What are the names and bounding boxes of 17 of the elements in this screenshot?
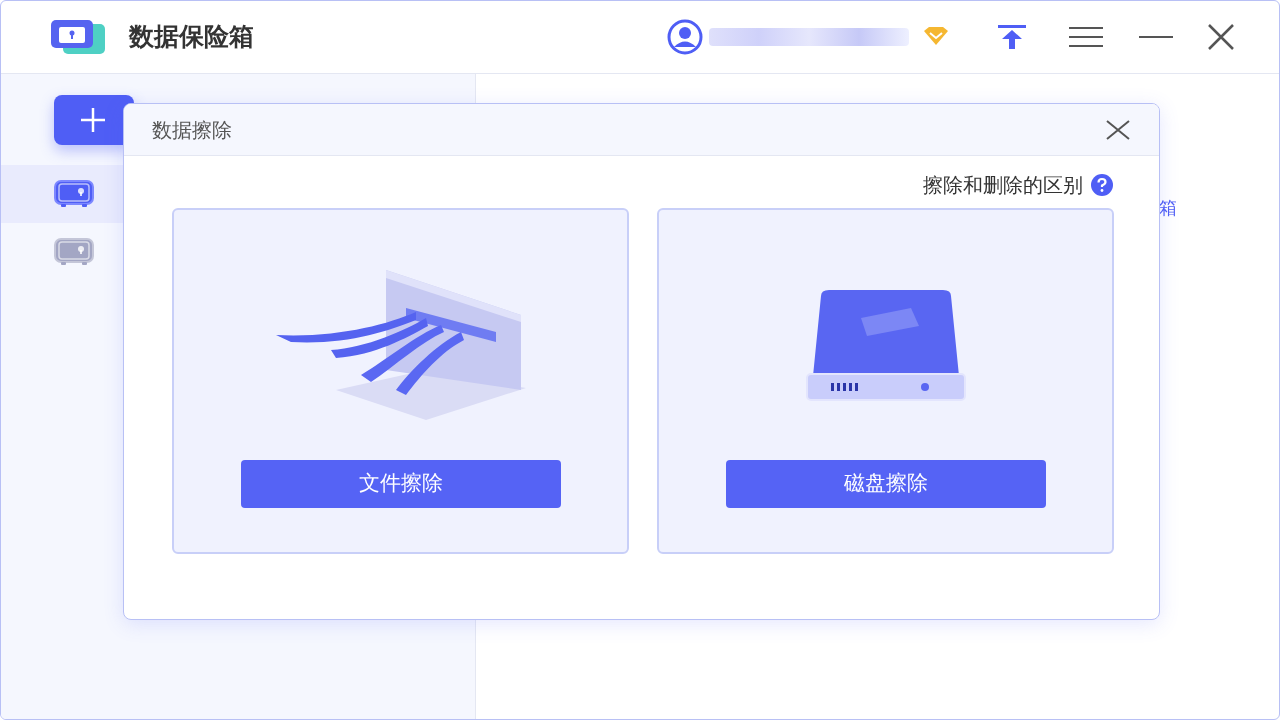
- difference-link[interactable]: 擦除和删除的区别: [923, 170, 1083, 200]
- minimize-icon[interactable]: [1139, 35, 1173, 39]
- help-icon[interactable]: [1091, 174, 1113, 196]
- erase-button[interactable]: 磁盘擦除: [725, 460, 1046, 508]
- erase-button[interactable]: 文件擦除: [240, 460, 561, 508]
- app-title: 数据保险箱: [129, 21, 254, 54]
- add-button[interactable]: [54, 95, 134, 145]
- safe-icon: [53, 237, 95, 267]
- user-avatar-icon[interactable]: [665, 17, 705, 57]
- plus-icon: [78, 105, 108, 135]
- close-icon[interactable]: [1207, 23, 1235, 51]
- dialog-title: 数据擦除: [152, 116, 232, 144]
- main-text: 箱: [1159, 197, 1177, 218]
- menu-icon[interactable]: [1069, 25, 1103, 49]
- upload-icon[interactable]: [997, 24, 1027, 50]
- app-logo-icon: [49, 18, 107, 56]
- safe-icon: [53, 179, 95, 209]
